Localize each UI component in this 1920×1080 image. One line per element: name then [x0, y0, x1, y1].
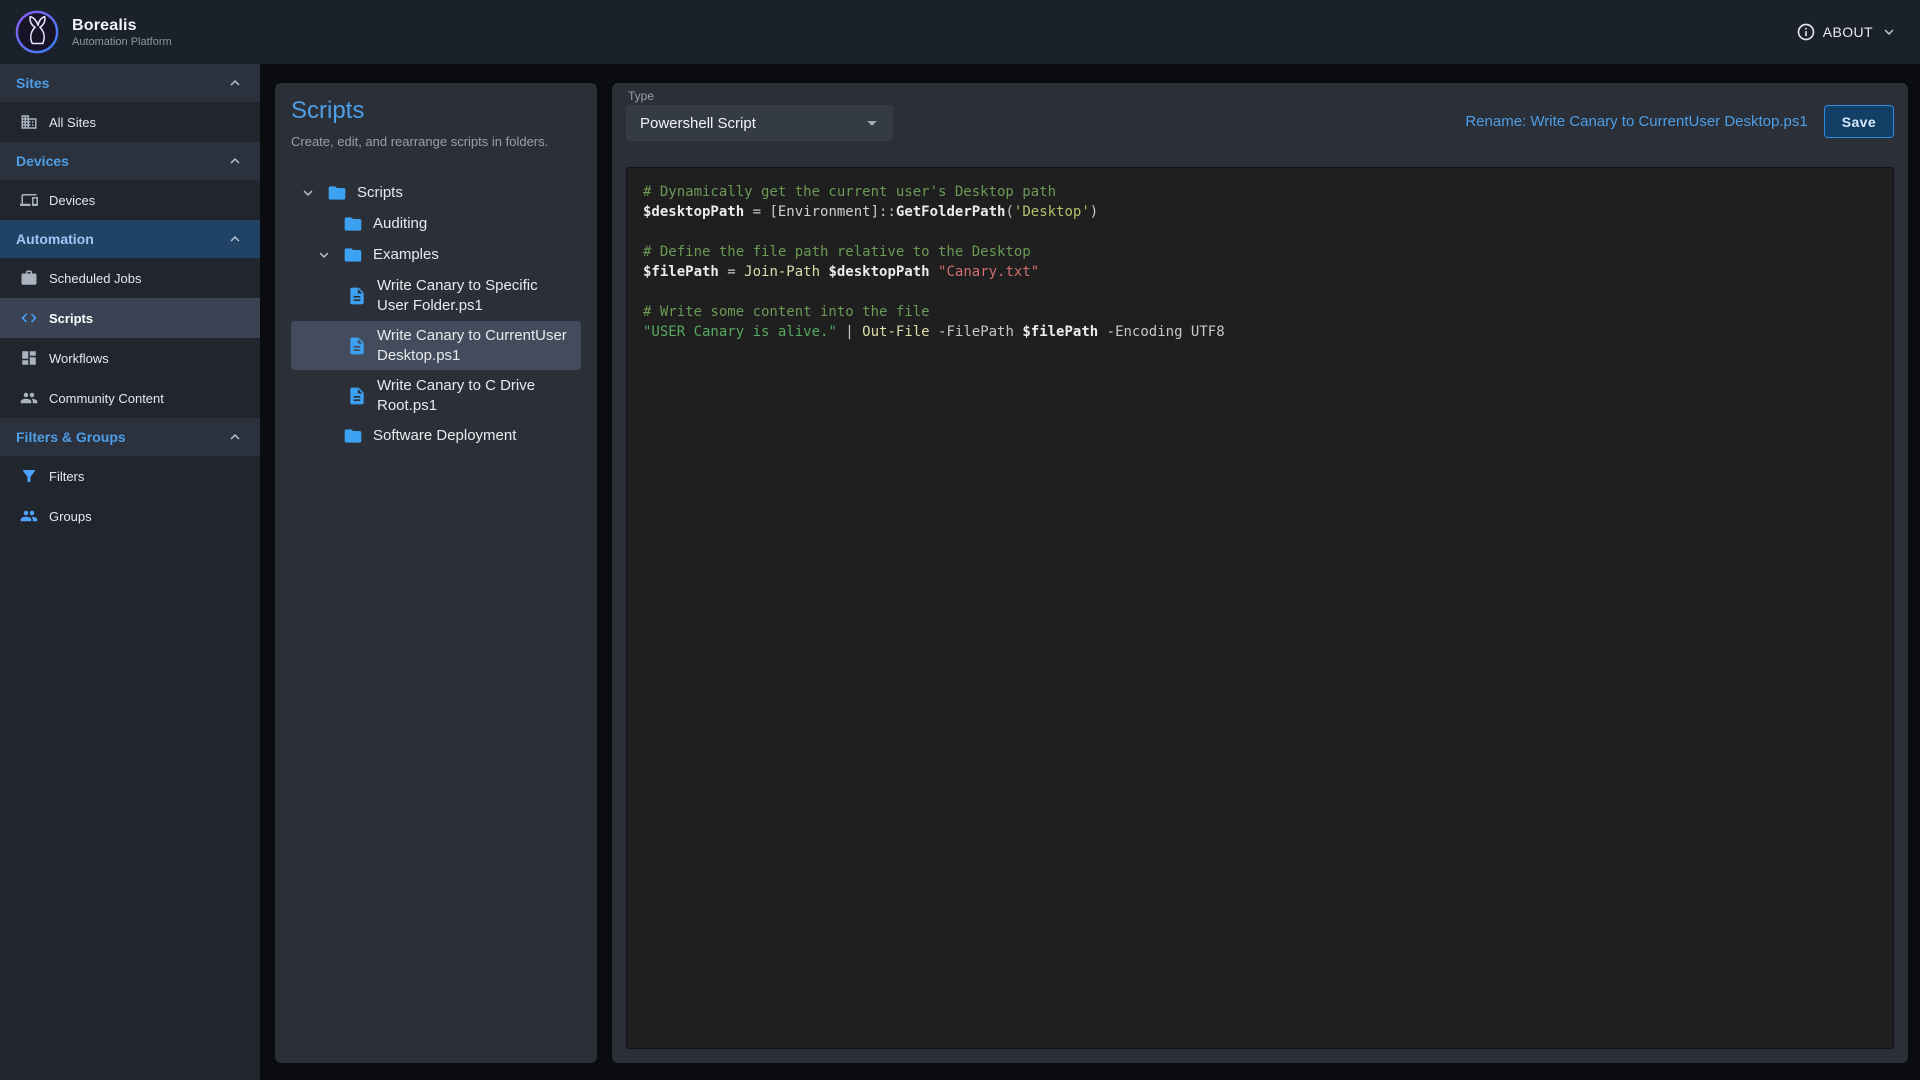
tree-node-label: Write Canary to Specific User Folder.ps1 [377, 276, 573, 315]
about-menu[interactable]: ABOUT [1796, 22, 1898, 42]
scripts-tree-panel: Scripts Create, edit, and rearrange scri… [275, 83, 597, 1063]
sidebar-item-label: Scheduled Jobs [49, 271, 142, 286]
tree-node-label: Software Deployment [373, 426, 516, 446]
sidebar-item-label: Devices [49, 193, 95, 208]
file-icon [347, 286, 367, 306]
groups-icon [20, 507, 38, 525]
tree-node-write-canary-to-specific-user-folder-ps1[interactable]: Write Canary to Specific User Folder.ps1 [291, 271, 581, 320]
filters-icon [20, 467, 38, 485]
chevron-down-icon[interactable] [315, 246, 333, 264]
section-label: Automation [16, 231, 94, 247]
code-line [643, 222, 1877, 242]
folder-icon [343, 426, 363, 446]
workflows-icon [20, 349, 38, 367]
sidebar-item-scheduled-jobs[interactable]: Scheduled Jobs [0, 258, 260, 298]
brand-subtitle: Automation Platform [72, 36, 172, 48]
folder-icon [343, 214, 363, 234]
sidebar-section-sites[interactable]: Sites [0, 64, 260, 102]
jobs-icon [20, 269, 38, 287]
code-line [643, 282, 1877, 302]
chevron-up-icon [226, 152, 244, 170]
tree-node-label: Examples [373, 245, 439, 265]
sidebar-item-groups[interactable]: Groups [0, 496, 260, 536]
sidebar-item-label: Community Content [49, 391, 164, 406]
tree-node-label: Write Canary to CurrentUser Desktop.ps1 [377, 326, 573, 365]
editor-actions: Rename: Write Canary to CurrentUser Desk… [1465, 105, 1894, 138]
tree-node-software-deployment[interactable]: Software Deployment [291, 421, 581, 451]
code-line: # Write some content into the file [643, 302, 1877, 322]
section-label: Sites [16, 75, 49, 91]
sidebar-item-all-sites[interactable]: All Sites [0, 102, 260, 142]
sidebar-item-label: Scripts [49, 311, 93, 326]
sidebar-section-devices[interactable]: Devices [0, 142, 260, 180]
tree-node-examples[interactable]: Examples [291, 240, 581, 270]
chevron-down-icon[interactable] [299, 184, 317, 202]
folder-icon [343, 245, 363, 265]
save-button[interactable]: Save [1824, 105, 1894, 138]
sidebar-item-community-content[interactable]: Community Content [0, 378, 260, 418]
tree-node-write-canary-to-currentuser-desktop-ps1[interactable]: Write Canary to CurrentUser Desktop.ps1 [291, 321, 581, 370]
topbar: Borealis Automation Platform ABOUT [0, 0, 1920, 64]
section-label: Devices [16, 153, 69, 169]
section-label: Filters & Groups [16, 429, 126, 445]
tree-node-label: Auditing [373, 214, 427, 234]
tree-node-scripts[interactable]: Scripts [291, 178, 581, 208]
panel-title: Scripts [291, 97, 581, 125]
tree-node-label: Scripts [357, 183, 403, 203]
code-line: $filePath = Join-Path $desktopPath "Cana… [643, 262, 1877, 282]
devices-icon [20, 191, 38, 209]
sidebar-item-scripts[interactable]: Scripts [0, 298, 260, 338]
borealis-logo [14, 9, 60, 55]
brand-text: Borealis Automation Platform [72, 17, 172, 48]
code-editor[interactable]: # Dynamically get the current user's Des… [626, 167, 1894, 1049]
code-line: # Dynamically get the current user's Des… [643, 182, 1877, 202]
code-line: "USER Canary is alive." | Out-File -File… [643, 322, 1877, 342]
sidebar-section-automation[interactable]: Automation [0, 220, 260, 258]
rename-link[interactable]: Rename: Write Canary to CurrentUser Desk… [1465, 113, 1807, 130]
sidebar: Sites All Sites Devices Devices Automation Sc… [0, 64, 260, 1080]
sites-icon [20, 113, 38, 131]
code-line: $desktopPath = [Environment]::GetFolderP… [643, 202, 1877, 222]
dropdown-arrow-icon [861, 112, 883, 134]
tree-node-write-canary-to-c-drive-root-ps1[interactable]: Write Canary to C Drive Root.ps1 [291, 371, 581, 420]
file-icon [347, 336, 367, 356]
file-icon [347, 386, 367, 406]
editor-header: Type Powershell Script Rename: Write Can… [626, 87, 1894, 141]
tree-node-auditing[interactable]: Auditing [291, 209, 581, 239]
sidebar-section-filters-groups[interactable]: Filters & Groups [0, 418, 260, 456]
type-label: Type [628, 89, 893, 103]
main-content: Scripts Create, edit, and rearrange scri… [260, 64, 1920, 1080]
brand-title: Borealis [72, 17, 172, 35]
script-type-select[interactable]: Powershell Script [626, 105, 893, 141]
about-label: ABOUT [1823, 24, 1873, 40]
sidebar-item-label: Workflows [49, 351, 109, 366]
app-root: Borealis Automation Platform ABOUT Sites… [0, 0, 1920, 1080]
scripts-icon [20, 309, 38, 327]
tree-node-label: Write Canary to C Drive Root.ps1 [377, 376, 573, 415]
community-icon [20, 389, 38, 407]
script-editor-panel: Type Powershell Script Rename: Write Can… [612, 83, 1908, 1063]
sidebar-item-filters[interactable]: Filters [0, 456, 260, 496]
folder-icon [327, 183, 347, 203]
chevron-up-icon [226, 230, 244, 248]
type-field: Type Powershell Script [626, 87, 893, 141]
info-icon [1796, 22, 1816, 42]
chevron-up-icon [226, 428, 244, 446]
chevron-down-icon [1880, 23, 1898, 41]
sidebar-item-workflows[interactable]: Workflows [0, 338, 260, 378]
sidebar-item-label: Filters [49, 469, 84, 484]
app-body: Sites All Sites Devices Devices Automation Sc… [0, 64, 1920, 1080]
sidebar-item-devices[interactable]: Devices [0, 180, 260, 220]
panel-subtitle: Create, edit, and rearrange scripts in f… [291, 134, 581, 149]
scripts-tree: Scripts Auditing Examples Write Canary to S… [291, 177, 581, 452]
brand: Borealis Automation Platform [14, 9, 172, 55]
sidebar-item-label: Groups [49, 509, 92, 524]
code-line: # Define the file path relative to the D… [643, 242, 1877, 262]
chevron-up-icon [226, 74, 244, 92]
sidebar-item-label: All Sites [49, 115, 96, 130]
script-type-value: Powershell Script [640, 115, 756, 132]
